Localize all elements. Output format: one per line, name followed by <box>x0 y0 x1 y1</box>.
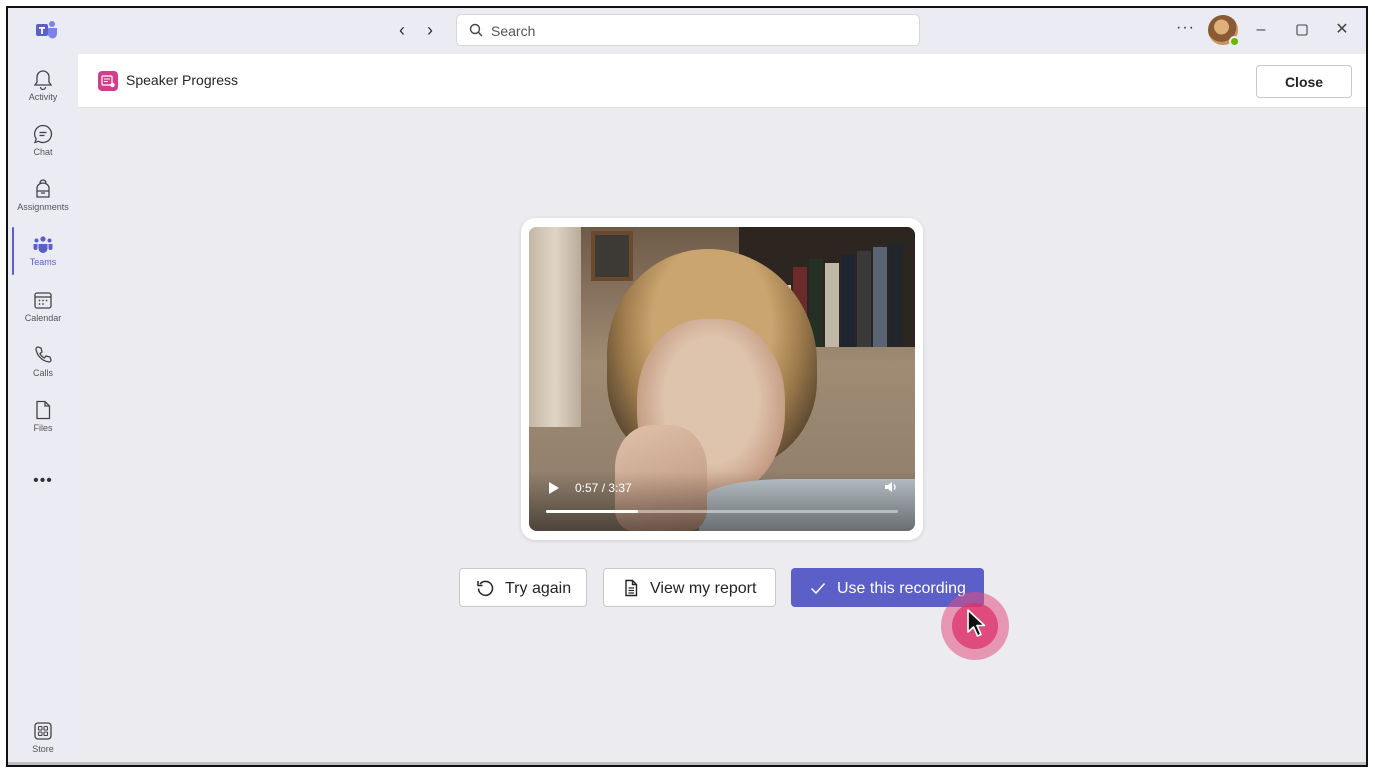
backpack-icon <box>36 179 50 198</box>
avatar[interactable] <box>1208 15 1240 47</box>
file-icon <box>36 400 51 420</box>
forward-icon[interactable]: › <box>420 20 440 40</box>
store-icon <box>34 722 52 740</box>
video-progress-fill <box>546 510 639 513</box>
view-report-label: View my report <box>650 580 757 597</box>
rail-label: Chat <box>33 147 53 157</box>
video-background <box>591 231 633 281</box>
teams-logo-icon <box>36 21 57 39</box>
rail-label: Files <box>33 423 53 433</box>
video-time: 0:57 / 3:37 <box>575 481 632 495</box>
rail-item-calendar[interactable]: Calendar <box>8 283 78 335</box>
window-bottom-border <box>8 762 1366 765</box>
try-again-label: Try again <box>505 580 572 597</box>
close-button[interactable]: Close <box>1256 65 1352 98</box>
calendar-icon <box>34 292 52 309</box>
title-bar: ‹ › Search ··· – ✕ <box>8 8 1366 54</box>
video-seek-bar[interactable] <box>546 510 898 513</box>
volume-icon[interactable] <box>883 479 899 495</box>
more-options-icon[interactable]: ··· <box>1176 19 1195 37</box>
teams-icon <box>33 236 53 253</box>
chat-icon <box>33 124 53 144</box>
video-background <box>529 227 581 427</box>
video-player[interactable]: 0:57 / 3:37 <box>529 227 915 531</box>
rail-item-calls[interactable]: Calls <box>8 338 78 390</box>
rail-label: Store <box>32 744 54 754</box>
presence-available-icon <box>1229 36 1240 47</box>
mouse-pointer-icon <box>967 609 986 637</box>
rail-label: Activity <box>28 92 58 102</box>
search-input[interactable]: Search <box>456 14 920 46</box>
checkmark-icon <box>810 582 826 595</box>
rail-item-teams[interactable]: Teams <box>8 227 78 279</box>
rail-label: Teams <box>29 257 57 267</box>
page-title: Speaker Progress <box>126 72 239 88</box>
rail-item-store[interactable]: Store <box>8 714 78 765</box>
close-window-icon[interactable]: ✕ <box>1330 18 1354 42</box>
rail-item-chat[interactable]: Chat <box>8 117 78 169</box>
search-icon <box>469 23 483 37</box>
main-content: Speaker Progress Close 0:57 / 3:37 Try a… <box>78 54 1366 765</box>
video-controls <box>529 471 915 531</box>
rail-label: Calendar <box>24 313 62 323</box>
retry-icon <box>477 580 494 597</box>
more-apps-icon[interactable]: ••• <box>8 472 78 490</box>
play-icon[interactable] <box>547 480 561 496</box>
video-card: 0:57 / 3:37 <box>521 218 923 540</box>
rail-item-files[interactable]: Files <box>8 393 78 445</box>
maximize-icon[interactable] <box>1290 18 1314 42</box>
rail-label: Assignments <box>17 202 69 212</box>
speaker-progress-app-icon <box>98 71 118 91</box>
minimize-icon[interactable]: – <box>1249 18 1273 42</box>
search-placeholder: Search <box>491 23 536 39</box>
document-icon <box>625 579 638 597</box>
app-header: Speaker Progress Close <box>78 54 1366 108</box>
rail-label: Calls <box>32 368 53 378</box>
rail-item-assignments[interactable]: Assignments <box>8 172 78 224</box>
bell-icon <box>33 70 53 90</box>
phone-icon <box>35 346 52 363</box>
use-recording-label: Use this recording <box>837 580 966 597</box>
rail-item-activity[interactable]: Activity <box>8 62 78 114</box>
view-report-button[interactable]: View my report <box>603 568 776 607</box>
left-rail: Activity Chat Assignments Teams Calendar… <box>8 54 78 765</box>
back-icon[interactable]: ‹ <box>392 20 412 40</box>
teams-window: ‹ › Search ··· – ✕ Activity Chat Assignm… <box>6 6 1368 767</box>
try-again-button[interactable]: Try again <box>459 568 587 607</box>
